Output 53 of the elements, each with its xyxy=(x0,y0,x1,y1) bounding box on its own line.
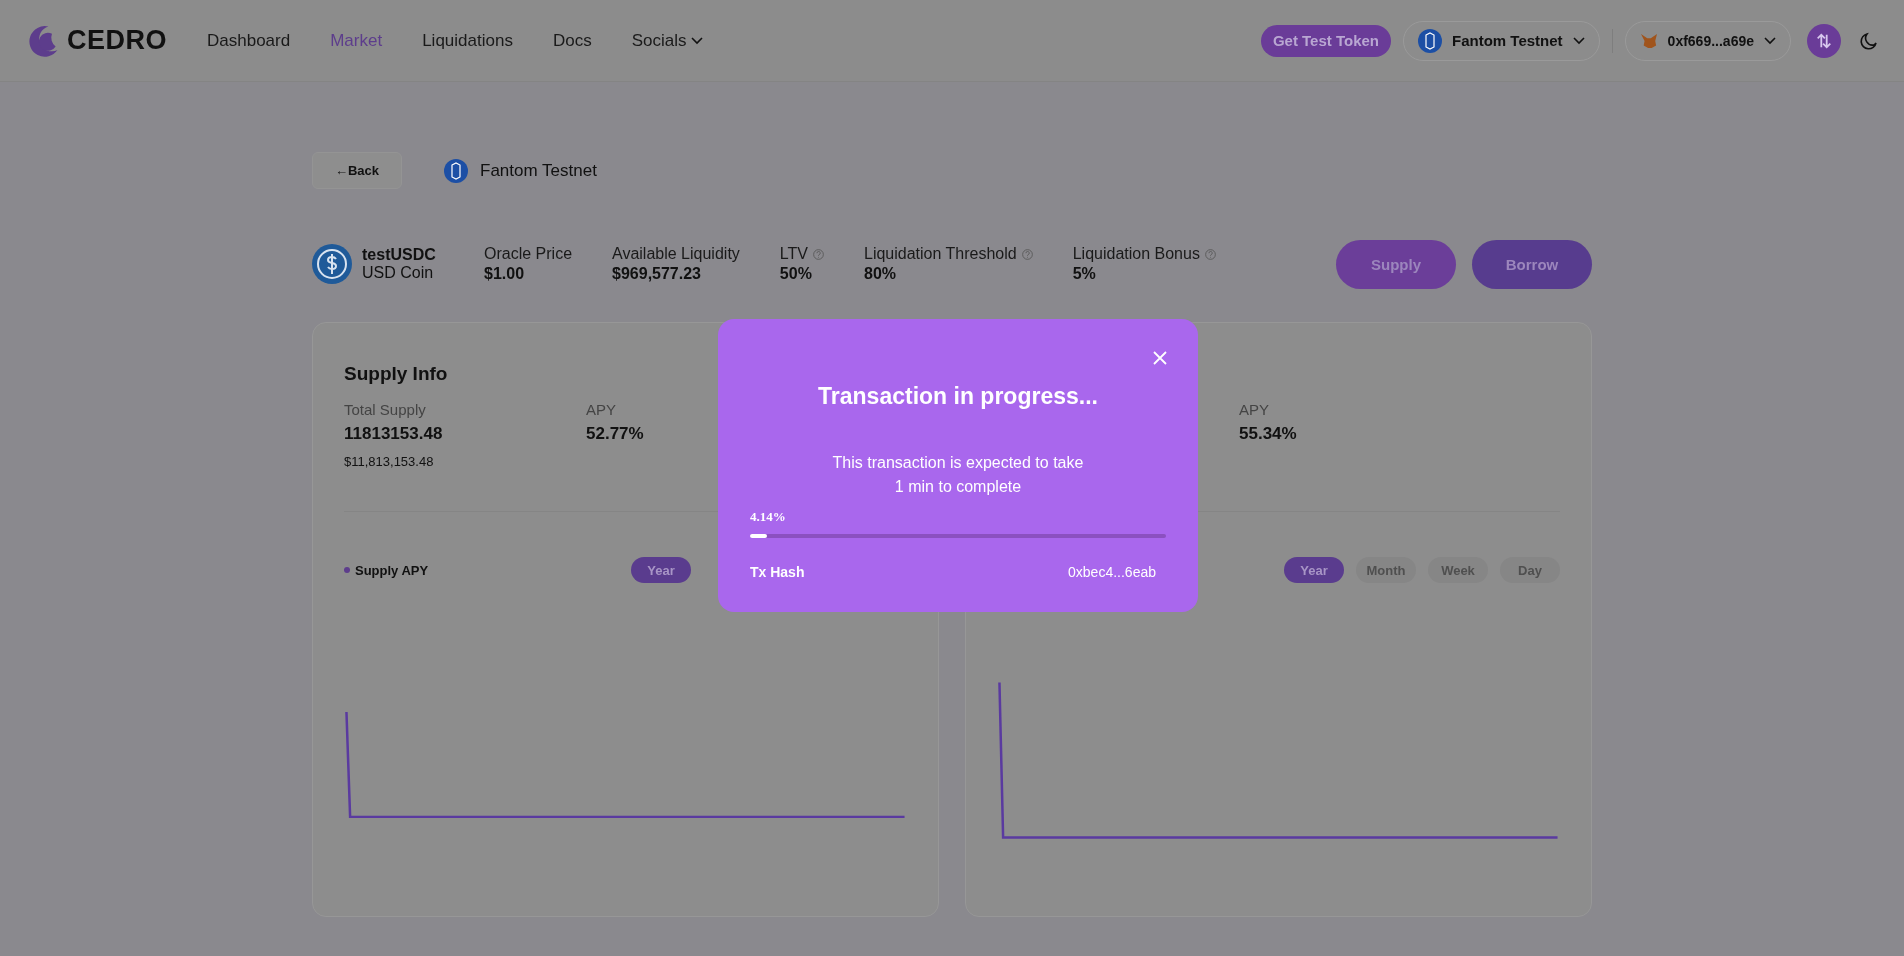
nav-link[interactable]: Dashboard xyxy=(207,30,291,51)
nav-link[interactable]: Liquidations xyxy=(422,30,513,51)
dialog-title: Transaction in progress... xyxy=(817,383,1099,410)
info-icon xyxy=(813,248,824,260)
dollar-coin-icon xyxy=(312,244,352,284)
chevron-down-icon xyxy=(1764,36,1776,45)
action-button[interactable]: Borrow xyxy=(1472,239,1592,289)
stat-label: APY xyxy=(1239,401,1270,418)
stat-label: APY xyxy=(586,401,617,418)
stat-value: 50% xyxy=(779,265,813,283)
period-tab[interactable]: Year xyxy=(1284,557,1344,583)
progress-percent: 4.14% xyxy=(750,509,787,525)
info-icon xyxy=(1204,248,1216,260)
period-tab[interactable]: Year xyxy=(631,557,691,583)
network-logo-icon xyxy=(444,158,468,183)
stat-value: 5% xyxy=(1072,265,1097,283)
legend-label: Supply APY xyxy=(344,562,429,578)
asset-symbol: testUSDC xyxy=(362,246,436,264)
back-button[interactable]: ←Back xyxy=(312,152,402,189)
stat-value: $1.00 xyxy=(484,265,526,283)
dialog-message: This transaction is expected to take 1 min to complete xyxy=(831,453,1085,497)
swap-button[interactable] xyxy=(1807,23,1841,58)
close-icon[interactable] xyxy=(1152,350,1168,366)
stat-label: Oracle Price xyxy=(484,245,573,263)
stat-value: 80% xyxy=(864,265,897,283)
logo-text: CEDRO xyxy=(67,25,167,56)
moon-icon[interactable] xyxy=(1859,30,1879,51)
stat-label: Total Supply xyxy=(344,401,427,418)
nav-link[interactable]: Market xyxy=(330,30,383,51)
chevron-down-icon xyxy=(691,36,704,45)
stat-usd-value: $11,813,153.48 xyxy=(344,454,435,469)
nav-link[interactable]: Docs xyxy=(552,30,592,51)
chevron-down-icon xyxy=(1572,36,1585,45)
info-icon xyxy=(1021,248,1033,260)
network-logo-icon xyxy=(1418,28,1443,53)
action-button[interactable]: Supply xyxy=(1336,239,1456,289)
hash-value: 0xbec4...6eab xyxy=(1068,564,1156,580)
nav-link[interactable]: Socials xyxy=(631,30,704,51)
stat-value: 55.34% xyxy=(1239,424,1298,444)
fox-icon xyxy=(1639,32,1658,49)
stat-label: Available Liquidity xyxy=(612,245,740,263)
stat-value: $969,577.23 xyxy=(612,265,702,283)
stat-label: Liquidation Threshold xyxy=(864,245,1017,263)
arrows-up-down-icon xyxy=(1815,31,1833,50)
stat-value: 52.77% xyxy=(586,424,645,444)
asset-name: USD Coin xyxy=(362,264,435,282)
network-name: Fantom Testnet xyxy=(480,160,597,181)
stat-value: 11813153.48 xyxy=(344,424,444,444)
stat-label: Liquidation Bonus xyxy=(1072,245,1200,263)
hash-label: Tx Hash xyxy=(750,564,805,580)
get-test-token-button[interactable]: Get Test Token xyxy=(1260,24,1392,57)
card-title: Supply Info xyxy=(344,363,448,384)
stat-label: LTV xyxy=(779,245,808,263)
